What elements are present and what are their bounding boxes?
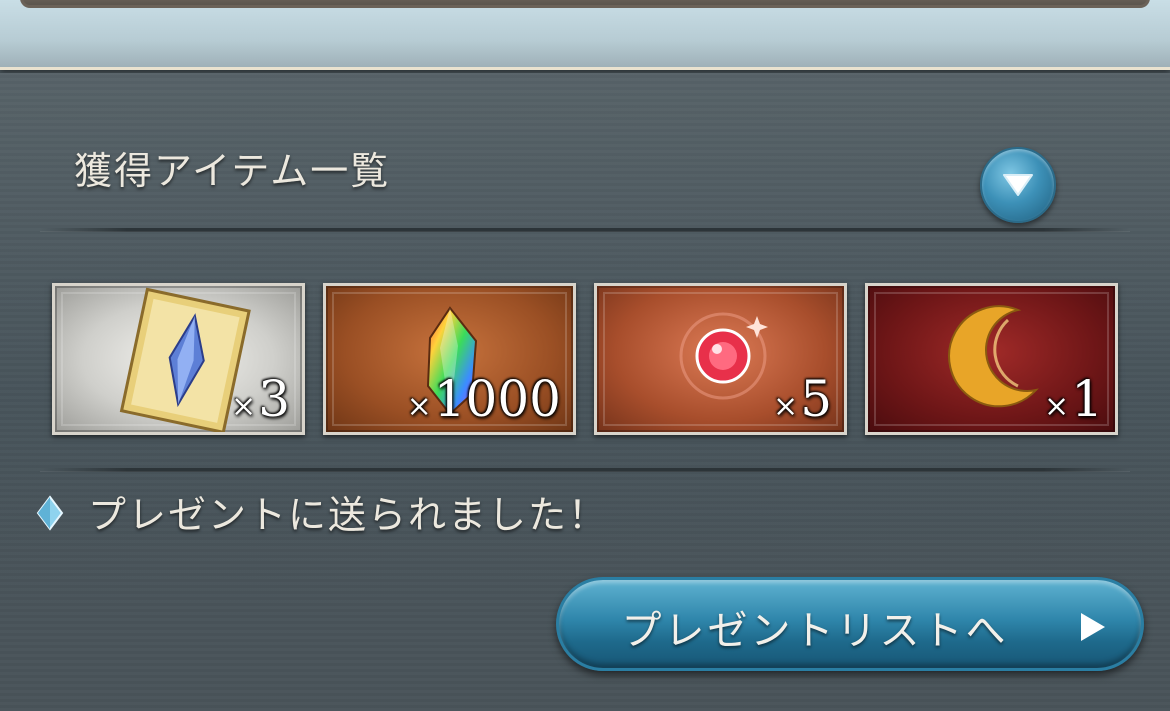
diamond-icon	[36, 495, 64, 531]
section-title: 獲得アイテム一覧	[74, 149, 391, 193]
item-quantity: ×5	[773, 370, 832, 428]
present-list-button[interactable]: プレゼントリストへ	[556, 577, 1144, 671]
item-golden-moon[interactable]: ×1	[865, 283, 1118, 435]
triangle-down-icon	[1003, 174, 1033, 196]
top-strip	[0, 0, 1170, 70]
divider-top	[40, 228, 1130, 232]
present-list-label: プレゼントリストへ	[621, 608, 1009, 654]
toggle-collapse-button[interactable]	[980, 147, 1056, 223]
notice-message: プレゼントに送られました！	[88, 493, 609, 537]
item-crystal-ticket[interactable]: ×3	[52, 283, 305, 435]
item-quantity: ×1000	[406, 370, 561, 428]
play-arrow-icon	[1081, 613, 1105, 641]
item-list: ×3 ×1000 ×5 ×1	[52, 283, 1118, 435]
item-rainbow-crystal[interactable]: ×1000	[323, 283, 576, 435]
top-frame	[20, 0, 1150, 8]
item-quantity: ×1	[1044, 370, 1103, 428]
divider-bottom	[40, 468, 1130, 472]
item-red-orb[interactable]: ×5	[594, 283, 847, 435]
item-quantity: ×3	[231, 370, 290, 428]
